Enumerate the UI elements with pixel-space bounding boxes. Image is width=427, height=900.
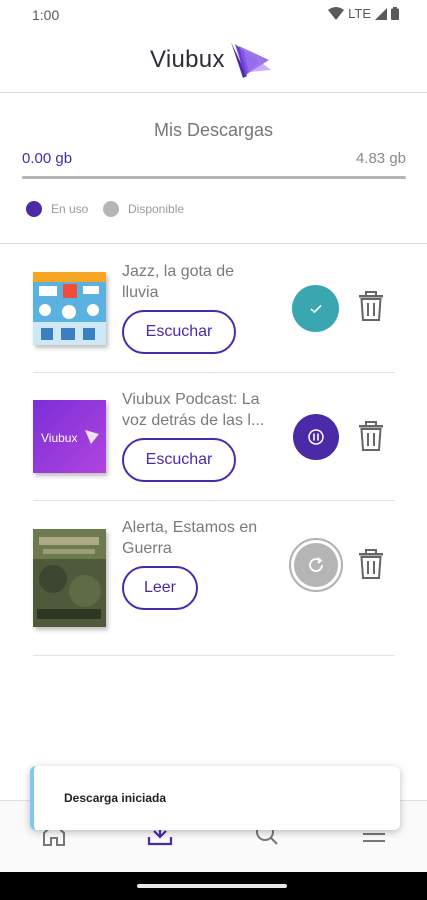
read-button[interactable]: Leer: [122, 566, 198, 610]
toast-notification: Descarga iniciada: [30, 766, 400, 830]
listen-button[interactable]: Escuchar: [122, 438, 236, 482]
pause-icon: [308, 429, 324, 445]
item-title: Jazz, la gota de lluvia: [122, 263, 235, 301]
thumbnail-logo-text: Viubux: [41, 431, 77, 445]
storage-bar: [22, 176, 406, 179]
total-storage: 4.83 gb: [355, 150, 406, 167]
page-title: Mis Descargas: [153, 120, 274, 140]
toast-message: Descarga iniciada: [64, 791, 167, 805]
network-label: LTE: [348, 6, 371, 21]
item-thumbnail[interactable]: [33, 272, 106, 345]
legend-available: Disponible: [103, 201, 184, 217]
in-use-dot: [26, 201, 42, 217]
app-logo: Viubux: [150, 38, 273, 82]
summary-divider: [0, 243, 427, 244]
item-title: Viubux Podcast: La voz detrás de las l..…: [122, 391, 265, 429]
item-thumbnail[interactable]: Viubux: [33, 400, 106, 473]
item-title: Alerta, Estamos en Guerra: [122, 519, 258, 557]
trash-icon[interactable]: [358, 291, 384, 321]
header-divider: [0, 92, 427, 93]
battery-icon: [391, 7, 399, 20]
status-icons: LTE: [328, 6, 399, 21]
wifi-icon: [328, 7, 345, 20]
available-dot: [103, 201, 119, 217]
used-storage: 0.00 gb: [22, 150, 73, 167]
legend-in-use: En uso: [26, 201, 88, 217]
item-divider: [33, 655, 395, 656]
home-indicator[interactable]: [137, 884, 287, 888]
download-item: Jazz, la gota de lluvia Escuchar: [33, 245, 395, 373]
trash-icon[interactable]: [358, 421, 384, 451]
legend-available-label: Disponible: [128, 202, 185, 216]
retry-download-button[interactable]: [289, 538, 343, 592]
listen-button[interactable]: Escuchar: [122, 310, 236, 354]
logo-text: Viubux: [150, 46, 225, 73]
download-complete-button[interactable]: [292, 285, 339, 332]
status-bar: 1:00 LTE: [0, 0, 427, 30]
trash-icon[interactable]: [358, 549, 384, 579]
refresh-icon: [309, 557, 323, 572]
logo-mark-icon: [230, 42, 271, 78]
system-nav-bar: [0, 872, 427, 900]
signal-icon: [375, 7, 387, 20]
check-icon: [309, 304, 322, 313]
legend-in-use-label: En uso: [51, 202, 89, 216]
status-time: 1:00: [32, 7, 60, 23]
download-item: Viubux Viubux Podcast: La voz detrás de …: [33, 373, 395, 501]
pause-download-button[interactable]: [293, 414, 339, 460]
download-item: Alerta, Estamos en Guerra Leer: [33, 501, 395, 656]
item-thumbnail[interactable]: [33, 529, 106, 627]
